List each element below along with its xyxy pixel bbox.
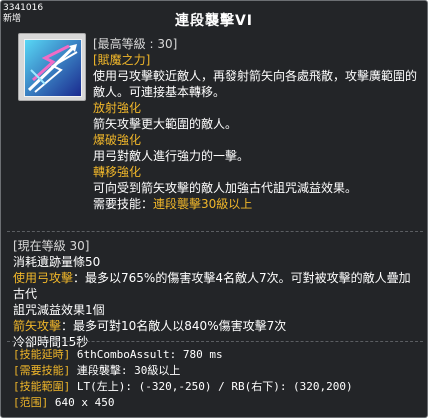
delay-row: [技能延時] 6thComboAssult: 780 ms — [13, 347, 421, 363]
delay-label: [技能延時] — [13, 348, 71, 361]
divider — [7, 341, 423, 342]
bow-label: 使用弓攻擊 — [13, 271, 74, 285]
current-level: [現在等級 30] — [13, 239, 90, 253]
desc-line-1: 使用弓攻擊較近敵人，再發射箭矢向各處飛散，攻擊廣範圍的 — [93, 69, 418, 83]
arrow-text: ：最多可對10名敵人以840%傷害攻擊7次 — [61, 319, 287, 333]
req-value: 連段襲擊: 30級以上 — [70, 364, 181, 377]
debug-info: [技能延時] 6thComboAssult: 780 ms [需要技能] 連段襲… — [13, 347, 421, 411]
arrow-label: 箭矢攻擊 — [13, 319, 62, 333]
current-level-section: [現在等級 30] 消耗遺跡量條50 使用弓攻擊：最多以765%的傷害攻擊4名敵… — [13, 238, 421, 350]
skill-title: 連段襲擊VI — [174, 13, 254, 29]
area-value: 640 x 450 — [48, 396, 115, 409]
divider — [7, 231, 423, 232]
required-value: 連段襲擊30級以上 — [153, 197, 253, 211]
diffuse-title: 放射強化 — [93, 101, 142, 115]
range-value: LT(左上): (-320,-250) / RB(右下): (320,200) — [70, 380, 353, 393]
req-label: [需要技能] — [13, 364, 71, 377]
area-label: [范围] — [13, 396, 49, 409]
consume-text: 消耗遺跡量條50 — [13, 255, 101, 269]
bow-text: ：最多以765%的傷害攻擊4名敵人7次。可對被攻擊的敵人疊加古代 — [13, 271, 411, 301]
area-row: [范围] 640 x 450 — [13, 395, 421, 411]
skill-icon-frame — [18, 33, 86, 101]
max-level: [最高等級 : 30] — [93, 37, 178, 51]
chain-arrow-skill-icon — [24, 39, 82, 97]
bow-attack: 使用弓攻擊：最多以765%的傷害攻擊4名敵人7次。可對被攻擊的敵人疊加古代 — [13, 270, 421, 302]
range-row: [技能範圍] LT(左上): (-320,-250) / RB(右下): (32… — [13, 379, 421, 395]
required-skill: 需要技能：連段襲擊30級以上 — [93, 196, 423, 212]
diffuse-text: 箭矢攻擊更大範圍的敵人。 — [93, 117, 238, 131]
chain-arrow-icon-art — [25, 40, 81, 96]
skill-tooltip: 3341016 新增 連段襲擊VI [最高等級 : 30] [賦魔之力] 使用弓… — [0, 0, 428, 418]
delay-value: 6thComboAssult: 780 ms — [70, 348, 223, 361]
bow-text-2: 詛咒減益效果1個 — [13, 303, 105, 317]
transfer-text: 可向受到箭矢攻擊的敵人加強古代詛咒減益效果。 — [93, 181, 358, 195]
burst-text: 用弓對敵人進行強力的一擊。 — [93, 149, 250, 163]
arrow-attack: 箭矢攻擊：最多可對10名敵人以840%傷害攻擊7次 — [13, 318, 421, 334]
range-label: [技能範圍] — [13, 380, 71, 393]
burst-title: 爆破強化 — [93, 133, 142, 147]
skill-description: [最高等級 : 30] [賦魔之力] 使用弓攻擊較近敵人，再發射箭矢向各處飛散，… — [93, 36, 423, 212]
transfer-title: 轉移強化 — [93, 165, 142, 179]
req-row: [需要技能] 連段襲擊: 30級以上 — [13, 363, 421, 379]
enchant-tag: [賦魔之力] — [93, 53, 151, 67]
desc-line-2: 敵人。可連接基本轉移。 — [93, 85, 226, 99]
required-label: 需要技能： — [93, 197, 154, 211]
